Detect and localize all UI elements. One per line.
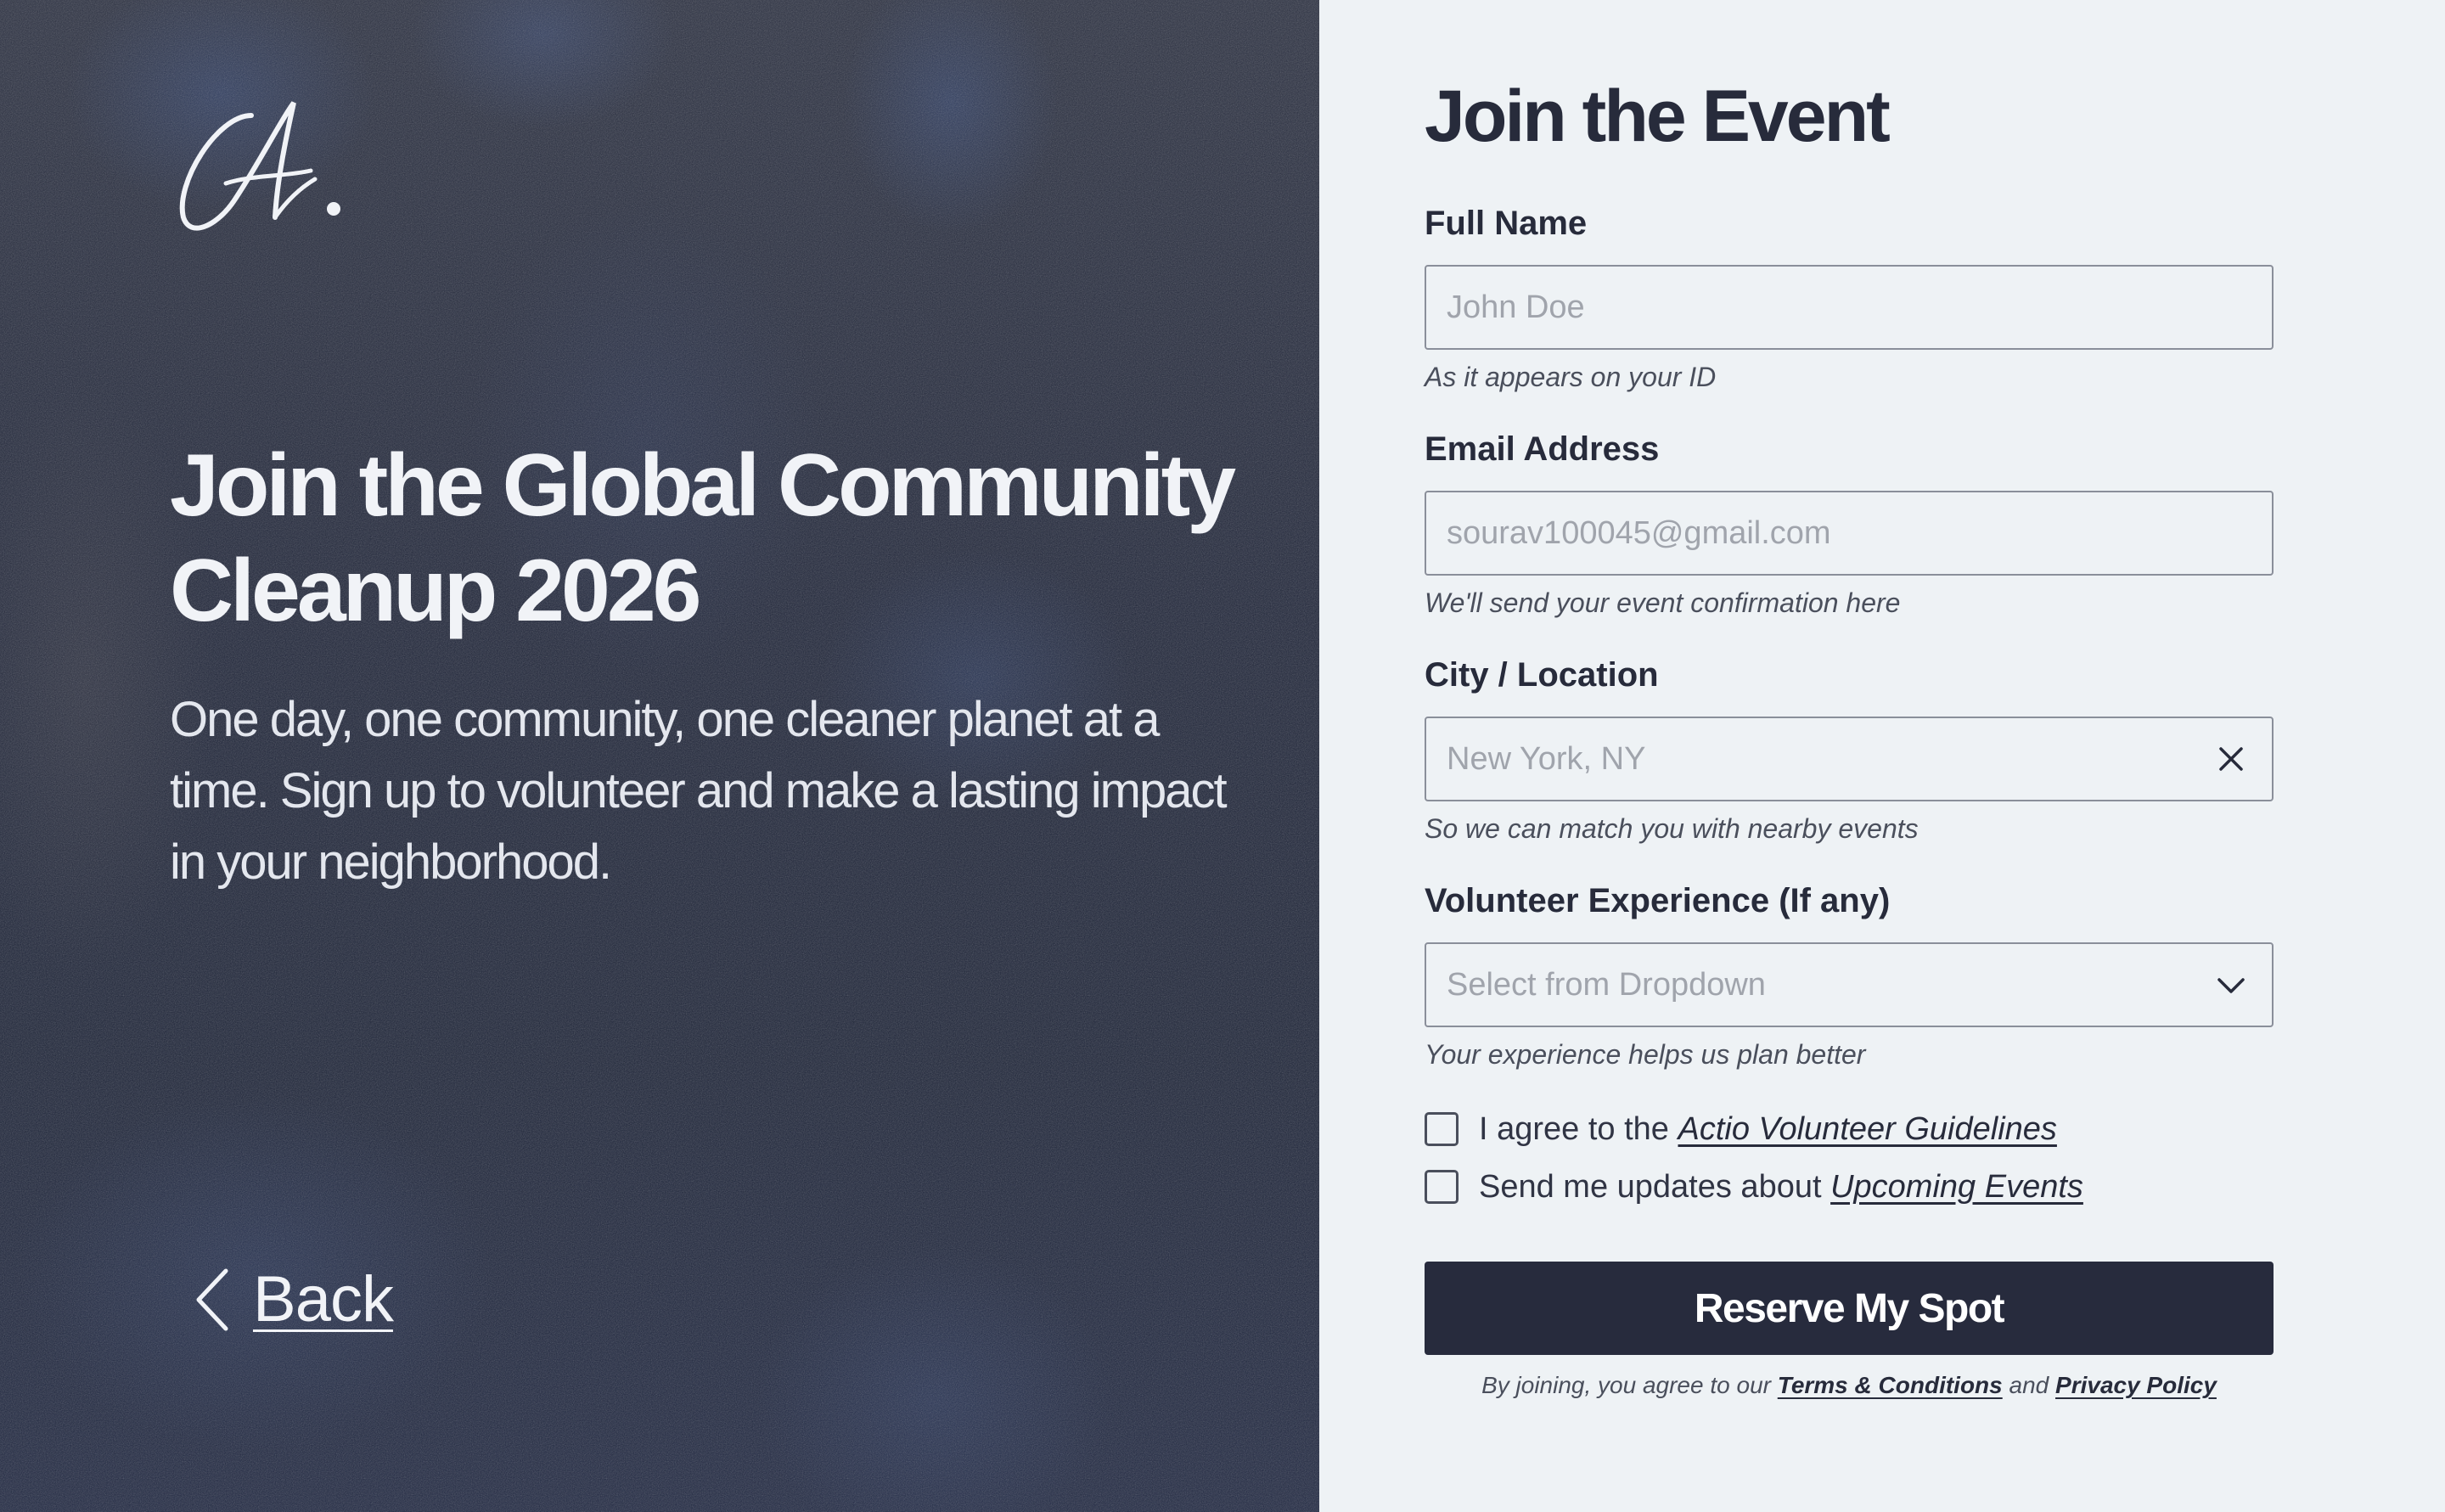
agree-row: I agree to the Actio Volunteer Guideline…	[1425, 1104, 2274, 1155]
full-name-label: Full Name	[1425, 205, 1588, 242]
email-input[interactable]	[1426, 492, 2272, 574]
experience-label: Volunteer Experience (If any)	[1425, 882, 1891, 919]
reserve-spot-button[interactable]: Reserve My Spot	[1425, 1262, 2274, 1355]
updates-text: Send me updates about Upcoming Events	[1479, 1169, 2083, 1206]
email-label: Email Address	[1425, 430, 1660, 468]
terms-link[interactable]: Terms & Conditions	[1778, 1372, 2003, 1398]
back-link[interactable]: Back	[192, 1262, 394, 1338]
agree-checkbox[interactable]	[1425, 1112, 1459, 1146]
upcoming-events-link[interactable]: Upcoming Events	[1830, 1169, 2083, 1205]
consent-checkboxes: I agree to the Actio Volunteer Guideline…	[1425, 1104, 2274, 1212]
city-box	[1425, 717, 2274, 801]
close-icon[interactable]	[2214, 742, 2248, 776]
hero-panel: Join the Global Community Cleanup 2026 O…	[0, 0, 1319, 1512]
hero-subtitle: One day, one community, one cleaner plan…	[170, 692, 1228, 890]
email-helper: We'll send your event confirmation here	[1425, 587, 1901, 618]
legal-notice: By joining, you agree to our Terms & Con…	[1425, 1372, 2274, 1399]
form-panel: Join the Event Full Name As it appears o…	[1319, 0, 2445, 1512]
hero-title: Join the Global Community Cleanup 2026	[170, 436, 1236, 640]
chevron-left-icon	[196, 1268, 228, 1331]
agree-prefix: I agree to the	[1479, 1110, 1678, 1147]
updates-checkbox[interactable]	[1425, 1170, 1459, 1204]
city-field: City / Location So we can match you with…	[1425, 654, 2274, 846]
experience-select[interactable]: Select from Dropdown	[1425, 942, 2274, 1027]
back-label: Back	[253, 1263, 394, 1335]
city-label: City / Location	[1425, 656, 1659, 694]
privacy-link[interactable]: Privacy Policy	[2055, 1372, 2217, 1398]
city-input[interactable]	[1426, 718, 2272, 800]
experience-field: Volunteer Experience (If any) Select fro…	[1425, 880, 2274, 1071]
agree-text: I agree to the Actio Volunteer Guideline…	[1479, 1111, 2057, 1148]
signup-form: Join the Event Full Name As it appears o…	[1425, 70, 2274, 1399]
experience-selected-value: Select from Dropdown	[1447, 966, 1766, 1003]
chevron-down-icon	[2217, 978, 2245, 993]
email-box	[1425, 491, 2274, 576]
city-helper: So we can match you with nearby events	[1425, 813, 1919, 844]
full-name-input[interactable]	[1426, 267, 2272, 348]
brand-logo	[166, 82, 353, 243]
experience-helper: Your experience helps us plan better	[1425, 1039, 1866, 1070]
legal-prefix: By joining, you agree to our	[1481, 1372, 1778, 1398]
full-name-box	[1425, 265, 2274, 350]
form-title: Join the Event	[1425, 76, 1891, 157]
legal-middle: and	[2002, 1372, 2056, 1398]
full-name-field: Full Name As it appears on your ID	[1425, 202, 2274, 394]
email-field: Email Address We'll send your event conf…	[1425, 428, 2274, 620]
guidelines-link[interactable]: Actio Volunteer Guidelines	[1678, 1111, 2057, 1147]
updates-row: Send me updates about Upcoming Events	[1425, 1161, 2274, 1212]
updates-prefix: Send me updates about	[1479, 1168, 1831, 1205]
full-name-helper: As it appears on your ID	[1425, 362, 1717, 392]
